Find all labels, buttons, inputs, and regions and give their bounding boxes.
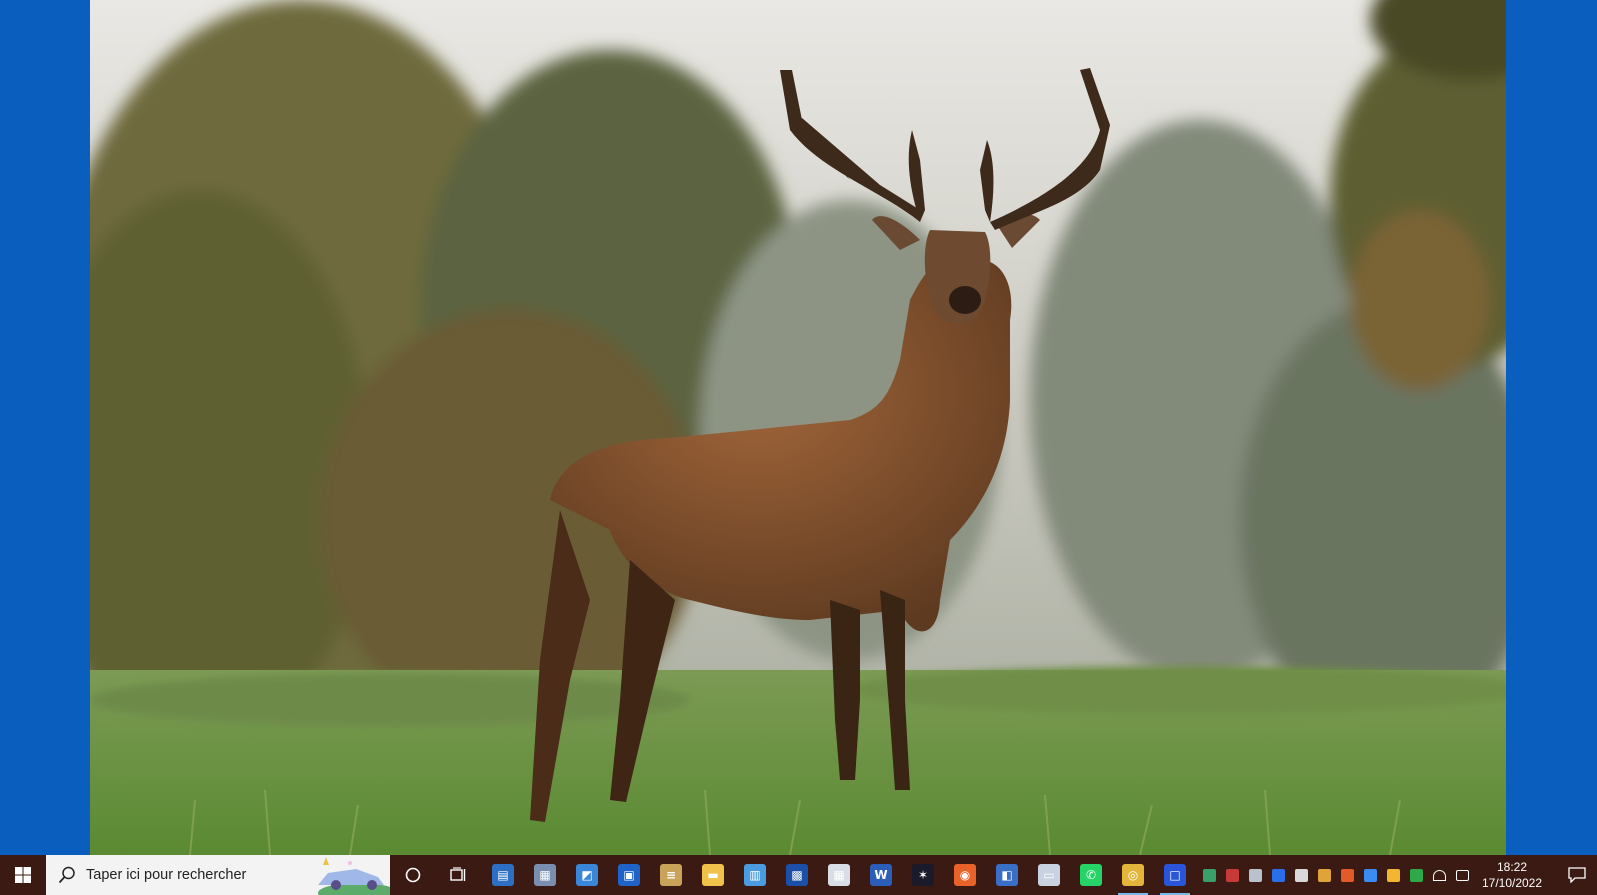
search-highlight-illustration-icon bbox=[318, 857, 390, 895]
window-icon: ▤ bbox=[492, 864, 514, 886]
search-icon bbox=[58, 866, 75, 884]
taskbar-app-display[interactable]: ▭ bbox=[1028, 855, 1070, 895]
task-view-button[interactable] bbox=[436, 855, 482, 895]
screen-icon: ▭ bbox=[1038, 864, 1060, 886]
tray-malwarebytes-icon[interactable] bbox=[1267, 855, 1290, 895]
taskbar-app-firefox[interactable]: ◉ bbox=[944, 855, 986, 895]
taskbar-app-books[interactable]: ≡ bbox=[650, 855, 692, 895]
taskbar-app-photo-editor[interactable]: ✶ bbox=[902, 855, 944, 895]
news-icon: ▥ bbox=[744, 864, 766, 886]
search-placeholder: Taper ici pour rechercher bbox=[86, 867, 247, 883]
tray-defender-icon[interactable] bbox=[1405, 855, 1428, 895]
taskbar-app-control-panel[interactable]: ▤ bbox=[482, 855, 524, 895]
taskbar: Taper ici pour rechercher ▤ ▦ ◩ ▣ ≡ ▬ ▥ ▩ ▦ W ✶ ◉ ◧ ▭… bbox=[0, 855, 1597, 895]
folder-icon: ▬ bbox=[702, 864, 724, 886]
sparkle-icon: ✶ bbox=[912, 864, 934, 886]
calendar-icon: ▣ bbox=[618, 864, 640, 886]
tray-usb-icon[interactable] bbox=[1290, 855, 1313, 895]
task-view-icon bbox=[450, 867, 466, 881]
cortana-circle-icon bbox=[405, 867, 421, 883]
taskbar-app-window-manager[interactable]: □ bbox=[1154, 855, 1196, 895]
chip-icon: ▩ bbox=[786, 864, 808, 886]
taskbar-app-chrome[interactable]: ◎ bbox=[1112, 855, 1154, 895]
tray-onedrive-icon[interactable] bbox=[1336, 855, 1359, 895]
desktop-wallpaper bbox=[90, 0, 1506, 855]
taskbar-app-news[interactable]: ▥ bbox=[734, 855, 776, 895]
calculator-icon: ▦ bbox=[828, 864, 850, 886]
tray-display-icon[interactable] bbox=[1221, 855, 1244, 895]
books-icon: ≡ bbox=[660, 864, 682, 886]
tray-bluetooth-icon[interactable] bbox=[1359, 855, 1382, 895]
tray-wifi-icon[interactable] bbox=[1428, 855, 1451, 895]
tray-update-icon[interactable] bbox=[1382, 855, 1405, 895]
action-center-button[interactable] bbox=[1557, 855, 1597, 895]
windows-logo-icon bbox=[15, 867, 31, 883]
taskbar-app-files[interactable]: ▦ bbox=[524, 855, 566, 895]
taskbar-app-file-explorer[interactable]: ▬ bbox=[692, 855, 734, 895]
system-tray bbox=[1198, 855, 1474, 895]
word-icon: W bbox=[870, 864, 892, 886]
cabinet-icon: ▦ bbox=[534, 864, 556, 886]
pinned-apps: ▤ ▦ ◩ ▣ ≡ ▬ ▥ ▩ ▦ W ✶ ◉ ◧ ▭ ✆ ◎ □ bbox=[482, 855, 1196, 895]
firefox-icon: ◉ bbox=[954, 864, 976, 886]
desktop bbox=[0, 0, 1597, 855]
stag-photo bbox=[90, 0, 1506, 855]
monitor-icon: ◧ bbox=[996, 864, 1018, 886]
laptop-icon: ◩ bbox=[576, 864, 598, 886]
clock-time: 18:22 bbox=[1496, 860, 1528, 874]
taskbar-clock[interactable]: 18:22 17/10/2022 bbox=[1478, 855, 1546, 895]
tray-network-card-icon[interactable] bbox=[1244, 855, 1267, 895]
clock-date: 17/10/2022 bbox=[1481, 876, 1543, 890]
taskbar-app-whatsapp[interactable]: ✆ bbox=[1070, 855, 1112, 895]
window-manager-icon: □ bbox=[1164, 864, 1186, 886]
taskbar-app-calendar[interactable]: ▣ bbox=[608, 855, 650, 895]
tray-security-icon[interactable] bbox=[1198, 855, 1221, 895]
notification-icon bbox=[1568, 867, 1586, 883]
tray-drive-icon[interactable] bbox=[1313, 855, 1336, 895]
taskbar-app-remote[interactable]: ◧ bbox=[986, 855, 1028, 895]
chrome-icon: ◎ bbox=[1122, 864, 1144, 886]
tray-volume-icon[interactable] bbox=[1451, 855, 1474, 895]
taskbar-search-box[interactable]: Taper ici pour rechercher bbox=[46, 855, 390, 895]
taskbar-app-calculator[interactable]: ▦ bbox=[818, 855, 860, 895]
cortana-button[interactable] bbox=[390, 855, 436, 895]
taskbar-app-word[interactable]: W bbox=[860, 855, 902, 895]
taskbar-app-chip[interactable]: ▩ bbox=[776, 855, 818, 895]
start-button[interactable] bbox=[0, 855, 46, 895]
whatsapp-icon: ✆ bbox=[1080, 864, 1102, 886]
taskbar-app-laptop[interactable]: ◩ bbox=[566, 855, 608, 895]
